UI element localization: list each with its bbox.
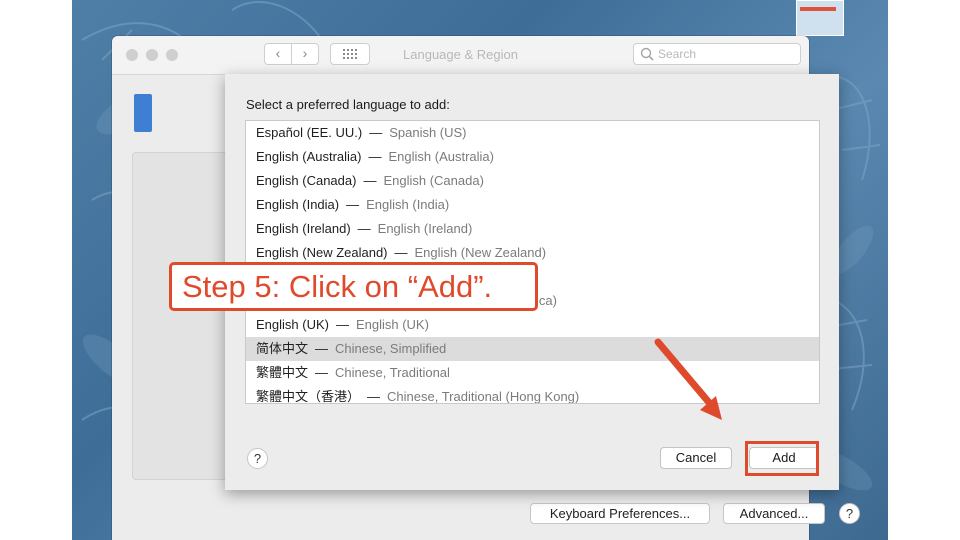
- step-callout: Step 5: Click on “Add”.: [169, 262, 538, 311]
